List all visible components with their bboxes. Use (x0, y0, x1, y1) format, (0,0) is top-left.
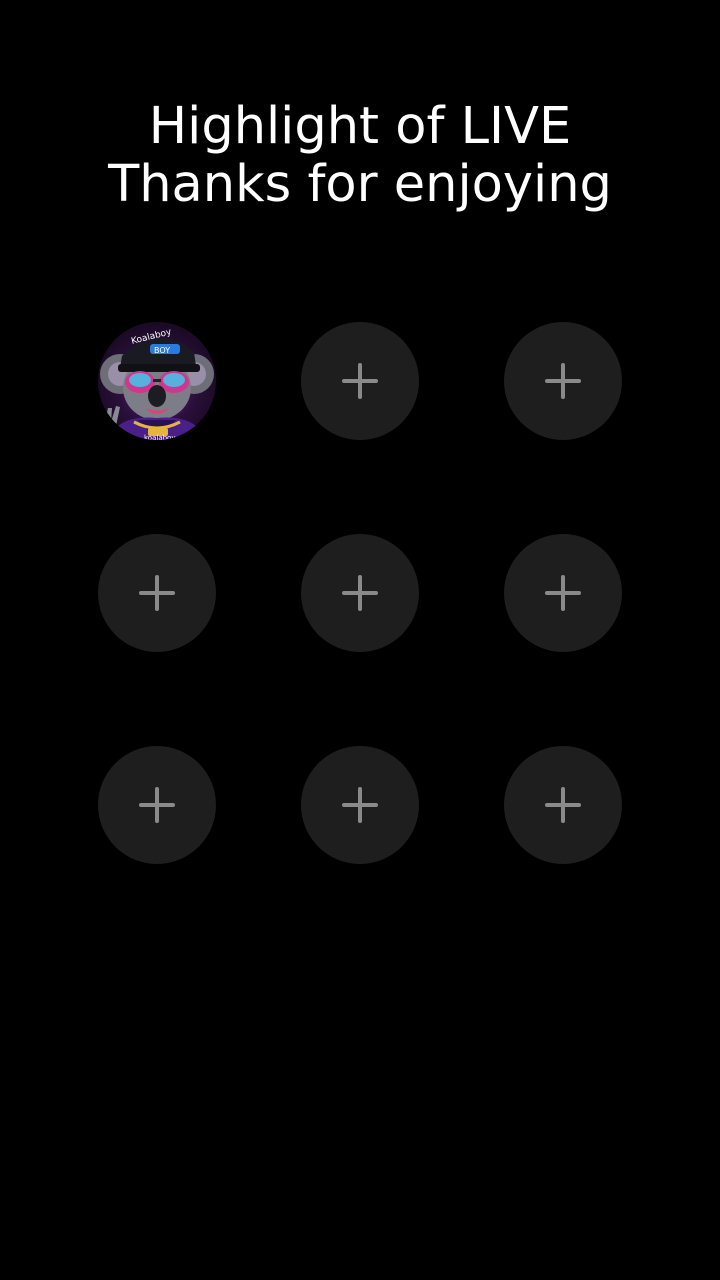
add-slot-button[interactable] (301, 322, 419, 440)
add-slot-button[interactable] (504, 746, 622, 864)
cap-boy-text: BOY (154, 346, 170, 355)
plus-icon (545, 787, 581, 823)
plus-icon (342, 575, 378, 611)
add-slot-button[interactable] (504, 534, 622, 652)
host-avatar[interactable]: Koalaboy BOY koalaboy (98, 322, 216, 440)
add-slot-button[interactable] (301, 746, 419, 864)
add-slot-button[interactable] (504, 322, 622, 440)
plus-icon (139, 787, 175, 823)
plus-icon (139, 575, 175, 611)
plus-icon (342, 363, 378, 399)
add-slot-button[interactable] (98, 534, 216, 652)
highlight-grid: Koalaboy BOY koalaboy (0, 0, 720, 1280)
plus-icon (545, 363, 581, 399)
koala-avatar-image: Koalaboy BOY koalaboy (100, 327, 214, 440)
chain-text: koalaboy (144, 434, 175, 440)
plus-icon (342, 787, 378, 823)
add-slot-button[interactable] (98, 746, 216, 864)
add-slot-button[interactable] (301, 534, 419, 652)
plus-icon (545, 575, 581, 611)
